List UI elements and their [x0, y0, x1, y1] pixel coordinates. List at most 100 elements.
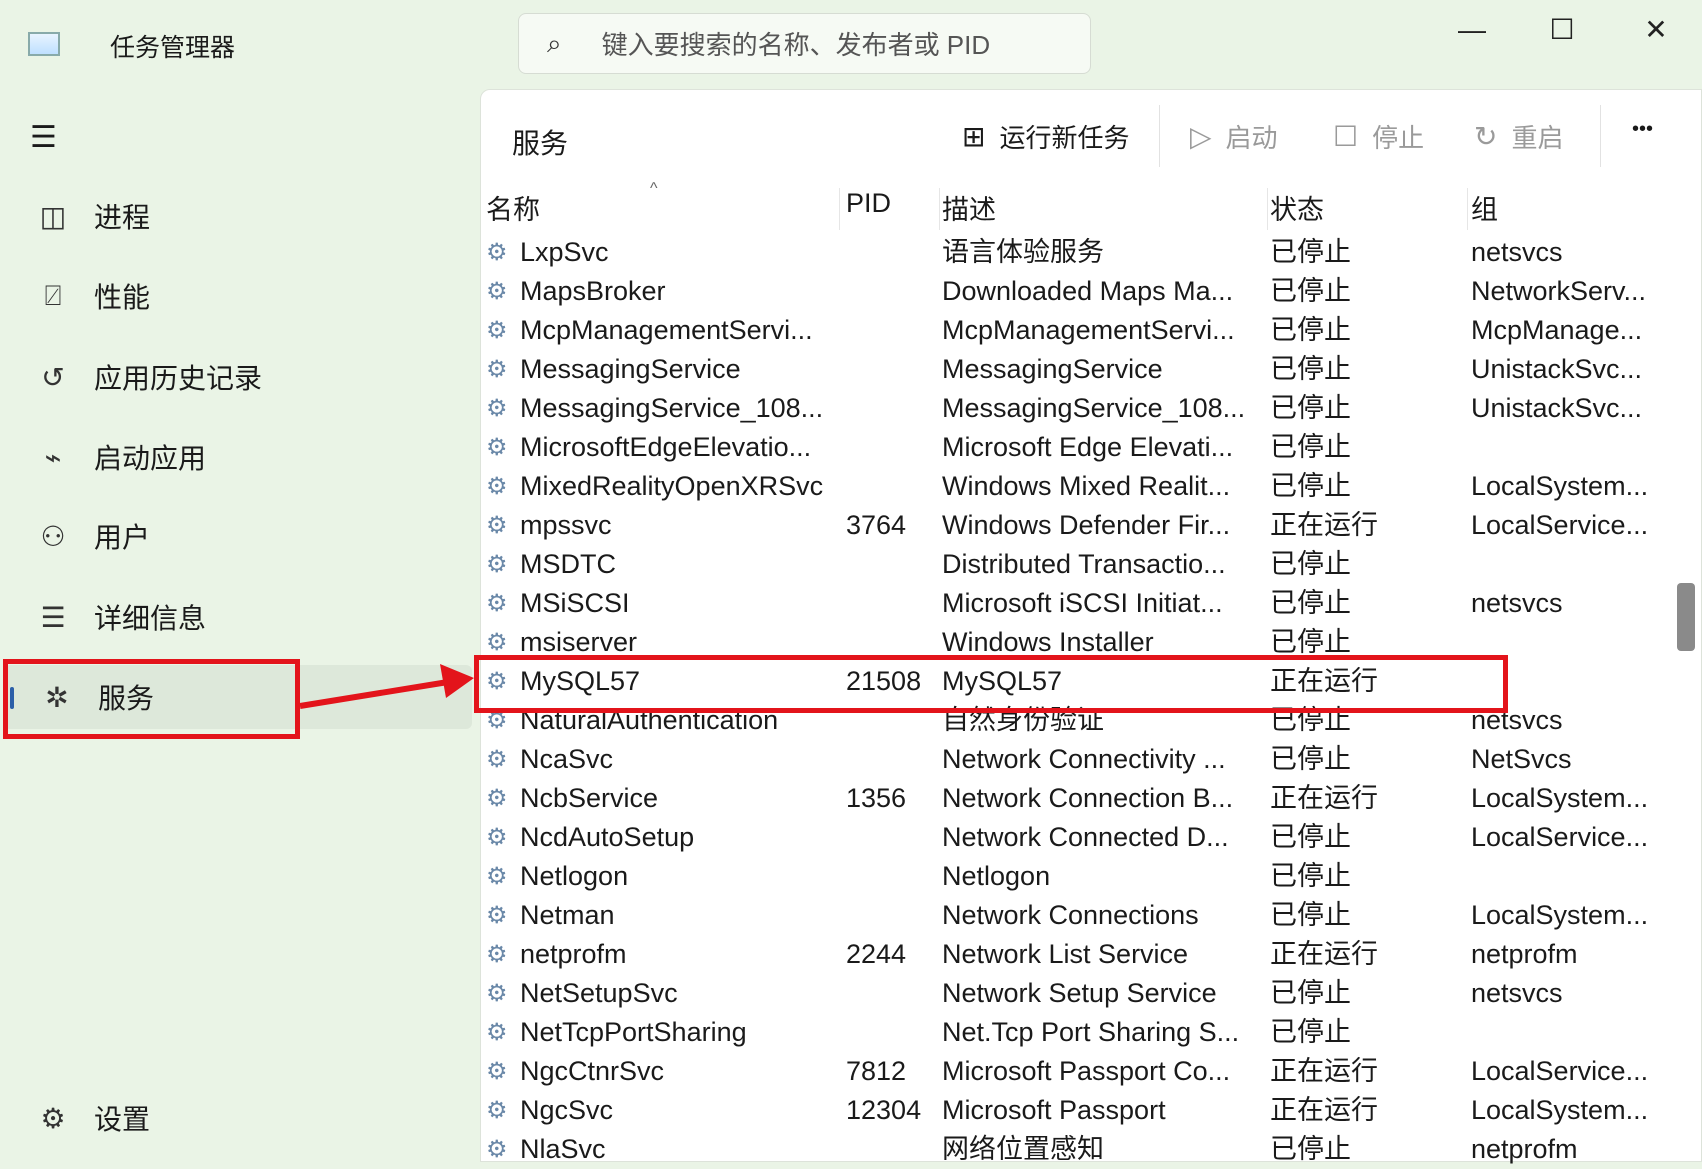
- service-name: MSiSCSI: [520, 588, 630, 618]
- service-name: NgcCtnrSvc: [520, 1056, 665, 1086]
- cell-name: ⚙ MixedRealityOpenXRSvc: [486, 467, 836, 506]
- service-name: NcdAutoSetup: [520, 822, 695, 852]
- nav-processes[interactable]: ◫ 进程: [0, 184, 478, 248]
- search-icon: ⌕: [547, 27, 562, 58]
- more-options-button[interactable]: •••: [1632, 118, 1653, 141]
- users-icon: ⚇: [40, 520, 66, 552]
- stop-button[interactable]: ☐ 停止: [1333, 118, 1424, 155]
- nav-label: 用户: [94, 522, 151, 553]
- table-row[interactable]: ⚙ MapsBroker Downloaded Maps Ma... 已停止 Netwo…: [480, 272, 1666, 311]
- cell-status: 已停止: [1270, 900, 1351, 930]
- service-gear-icon: ⚙: [486, 1136, 508, 1163]
- cell-description: Windows Mixed Realit...: [942, 471, 1231, 501]
- cell-description: Distributed Transactio...: [942, 549, 1226, 579]
- service-name: NetTcpPortSharing: [520, 1017, 747, 1047]
- table-row[interactable]: ⚙ NetTcpPortSharing Net.Tcp Port Sharing S…: [480, 1013, 1666, 1052]
- cell-name: ⚙ netprofm: [486, 935, 836, 974]
- cell-name: ⚙ MessagingService: [486, 350, 836, 389]
- column-header-status[interactable]: 状态: [1270, 188, 1460, 227]
- start-button[interactable]: ▷ 启动: [1190, 118, 1278, 155]
- cell-group: netprofm: [1471, 939, 1578, 969]
- service-gear-icon: ⚙: [486, 1058, 508, 1085]
- table-row[interactable]: ⚙ LxpSvc 语言体验服务 已停止 netsvcs: [480, 233, 1666, 272]
- table-row[interactable]: ⚙ netprofm 2244 Network List Service 正在运行 net…: [480, 935, 1666, 974]
- table-row[interactable]: ⚙ MicrosoftEdgeElevatio... Microsoft Edge …: [480, 428, 1666, 467]
- cell-name: ⚙ MessagingService_108...: [486, 389, 836, 428]
- column-header-pid[interactable]: PID: [846, 188, 936, 219]
- divider: [1600, 105, 1601, 167]
- cell-group: LocalService...: [1471, 510, 1649, 540]
- cell-group: netsvcs: [1471, 588, 1563, 618]
- cell-group: NetworkServ...: [1471, 276, 1647, 306]
- table-row[interactable]: ⚙ MSiSCSI Microsoft iSCSI Initiat... 已停止 net…: [480, 584, 1666, 623]
- cell-group: netprofm: [1471, 1134, 1578, 1164]
- nav-startup[interactable]: ⌁ 启动应用: [0, 425, 478, 489]
- table-row[interactable]: ⚙ NcdAutoSetup Network Connected D... 已停止 Lo…: [480, 818, 1666, 857]
- run-new-task-button[interactable]: ⊞ 运行新任务: [962, 118, 1129, 155]
- nav-users[interactable]: ⚇ 用户: [0, 504, 478, 568]
- cell-group: LocalSystem...: [1471, 783, 1649, 813]
- cell-description: Network Connections: [942, 900, 1199, 930]
- restart-button[interactable]: ↻ 重启: [1474, 118, 1563, 155]
- nav-label: 设置: [94, 1104, 151, 1135]
- run-new-task-label: 运行新任务: [999, 123, 1130, 153]
- table-row[interactable]: ⚙ MessagingService MessagingService 已停止 Unis…: [480, 350, 1666, 389]
- hamburger-menu-icon[interactable]: ☰: [30, 120, 62, 155]
- page-title: 服务: [512, 128, 569, 159]
- table-row[interactable]: ⚙ Netman Network Connections 已停止 LocalSystem…: [480, 896, 1666, 935]
- history-icon: ↺: [41, 361, 65, 393]
- cell-description: Downloaded Maps Ma...: [942, 276, 1234, 306]
- cell-status: 已停止: [1270, 432, 1351, 462]
- cell-status: 已停止: [1270, 237, 1351, 267]
- vertical-scrollbar[interactable]: [1677, 583, 1695, 651]
- cell-name: ⚙ NlaSvc: [486, 1130, 836, 1169]
- cell-name: ⚙ NcdAutoSetup: [486, 818, 836, 857]
- column-header-group[interactable]: 组: [1471, 188, 1661, 227]
- minimize-button[interactable]: —: [1442, 10, 1502, 50]
- column-header-name[interactable]: 名称: [486, 188, 836, 227]
- nav-details[interactable]: ☰ 详细信息: [0, 585, 478, 649]
- search-input[interactable]: ⌕ 键入要搜索的名称、发布者或 PID: [518, 13, 1091, 74]
- table-row[interactable]: ⚙ NetSetupSvc Network Setup Service 已停止 nets…: [480, 974, 1666, 1013]
- service-name: NcbService: [520, 783, 659, 813]
- restart-label: 重启: [1511, 123, 1564, 153]
- nav-performance[interactable]: ⍁ 性能: [0, 264, 478, 328]
- divider: [1159, 105, 1160, 167]
- table-row[interactable]: ⚙ NgcCtnrSvc 7812 Microsoft Passport Co... 正…: [480, 1052, 1666, 1091]
- maximize-button[interactable]: ☐: [1532, 10, 1592, 50]
- service-name: MSDTC: [520, 549, 616, 579]
- table-row[interactable]: ⚙ NcaSvc Network Connectivity ... 已停止 NetSvc…: [480, 740, 1666, 779]
- cell-name: ⚙ NgcSvc: [486, 1091, 836, 1130]
- table-row[interactable]: ⚙ MixedRealityOpenXRSvc Windows Mixed Real…: [480, 467, 1666, 506]
- table-row[interactable]: ⚙ NcbService 1356 Network Connection B... 正在…: [480, 779, 1666, 818]
- nav-settings[interactable]: ⚙ 设置: [0, 1086, 478, 1150]
- close-button[interactable]: ✕: [1626, 10, 1686, 50]
- cell-pid: 3764: [846, 510, 907, 540]
- cell-pid: 7812: [846, 1056, 907, 1086]
- table-row[interactable]: ⚙ mpssvc 3764 Windows Defender Fir... 正在运行 Lo…: [480, 506, 1666, 545]
- cell-status: 正在运行: [1270, 510, 1378, 540]
- table-row[interactable]: ⚙ McpManagementServi... McpManagementServi…: [480, 311, 1666, 350]
- processes-icon: ◫: [39, 200, 67, 232]
- service-name: MessagingService: [520, 354, 741, 384]
- table-row[interactable]: ⚙ NlaSvc 网络位置感知 已停止 netprofm: [480, 1130, 1666, 1169]
- table-row[interactable]: ⚙ MSDTC Distributed Transactio... 已停止: [480, 545, 1666, 584]
- cell-pid: 1356: [846, 783, 907, 813]
- cell-status: 正在运行: [1270, 939, 1378, 969]
- nav-history[interactable]: ↺ 应用历史记录: [0, 345, 478, 409]
- cell-status: 已停止: [1270, 588, 1351, 618]
- table-row[interactable]: ⚙ MessagingService_108... MessagingService…: [480, 389, 1666, 428]
- service-gear-icon: ⚙: [486, 512, 508, 539]
- service-name: mpssvc: [520, 510, 612, 540]
- cell-description: Network Connected D...: [942, 822, 1229, 852]
- cell-name: ⚙ Netman: [486, 896, 836, 935]
- cell-status: 已停止: [1270, 471, 1351, 501]
- cell-description: McpManagementServi...: [942, 315, 1235, 345]
- cell-status: 已停止: [1270, 1134, 1351, 1164]
- table-row[interactable]: ⚙ NgcSvc 12304 Microsoft Passport 正在运行 LocalS…: [480, 1091, 1666, 1130]
- cell-status: 已停止: [1270, 978, 1351, 1008]
- column-header-description[interactable]: 描述: [942, 188, 1268, 227]
- cell-name: ⚙ NetTcpPortSharing: [486, 1013, 836, 1052]
- nav-label: 详细信息: [94, 603, 207, 634]
- table-row[interactable]: ⚙ Netlogon Netlogon 已停止: [480, 857, 1666, 896]
